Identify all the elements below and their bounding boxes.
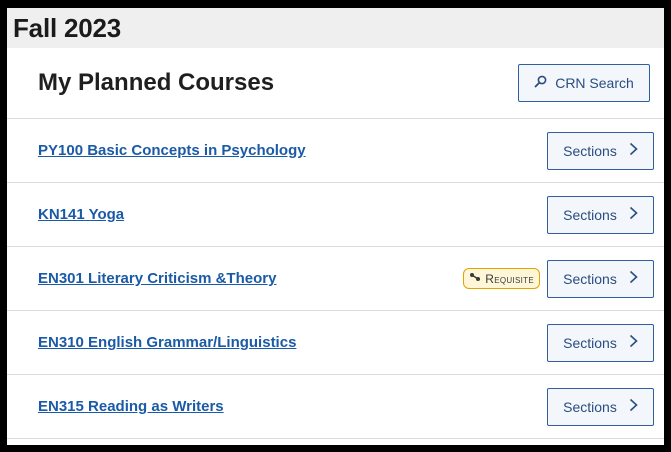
sections-label: Sections	[563, 270, 617, 287]
search-icon	[534, 75, 547, 91]
sections-label: Sections	[563, 334, 617, 351]
chevron-right-icon	[629, 398, 638, 415]
course-actions: Sections	[547, 195, 654, 234]
course-row: EN310 English Grammar/Linguistics Sectio…	[7, 311, 664, 375]
course-link[interactable]: PY100 Basic Concepts in Psychology	[38, 142, 306, 159]
course-actions: Sections	[547, 131, 654, 170]
link-icon	[469, 272, 481, 285]
course-row: PY100 Basic Concepts in Psychology Secti…	[7, 119, 664, 183]
sections-button[interactable]: Sections	[547, 259, 654, 298]
crn-search-button[interactable]: CRN Search	[518, 64, 650, 102]
sections-button[interactable]: Sections	[547, 387, 654, 426]
sections-label: Sections	[563, 398, 617, 415]
crn-search-label: CRN Search	[555, 75, 634, 91]
sections-button[interactable]: Sections	[547, 131, 654, 170]
planner-panel: Fall 2023 My Planned Courses CRN Search …	[7, 8, 664, 445]
term-header: Fall 2023	[7, 8, 664, 48]
sections-button[interactable]: Sections	[547, 195, 654, 234]
course-row: EN315 Reading as Writers Sections	[7, 375, 664, 439]
course-link[interactable]: EN310 English Grammar/Linguistics	[38, 334, 296, 351]
course-link[interactable]: EN301 Literary Criticism &Theory	[38, 270, 276, 287]
chevron-right-icon	[629, 270, 638, 287]
sections-label: Sections	[563, 206, 617, 223]
course-link[interactable]: KN141 Yoga	[38, 206, 124, 223]
chevron-right-icon	[629, 334, 638, 351]
chevron-right-icon	[629, 206, 638, 223]
sections-label: Sections	[563, 142, 617, 159]
course-row: KN141 Yoga Sections	[7, 183, 664, 247]
page-title: My Planned Courses	[38, 69, 275, 96]
chevron-right-icon	[629, 142, 638, 159]
course-actions: Sections	[547, 387, 654, 426]
course-actions: Requisite Sections	[463, 259, 654, 298]
planned-courses-header: My Planned Courses CRN Search	[7, 48, 664, 119]
term-title: Fall 2023	[13, 12, 122, 43]
course-link[interactable]: EN315 Reading as Writers	[38, 398, 224, 415]
course-row: EN301 Literary Criticism &Theory Requisi…	[7, 247, 664, 311]
requisite-badge[interactable]: Requisite	[463, 268, 540, 289]
course-actions: Sections	[547, 323, 654, 362]
requisite-label: Requisite	[485, 271, 534, 286]
sections-button[interactable]: Sections	[547, 323, 654, 362]
